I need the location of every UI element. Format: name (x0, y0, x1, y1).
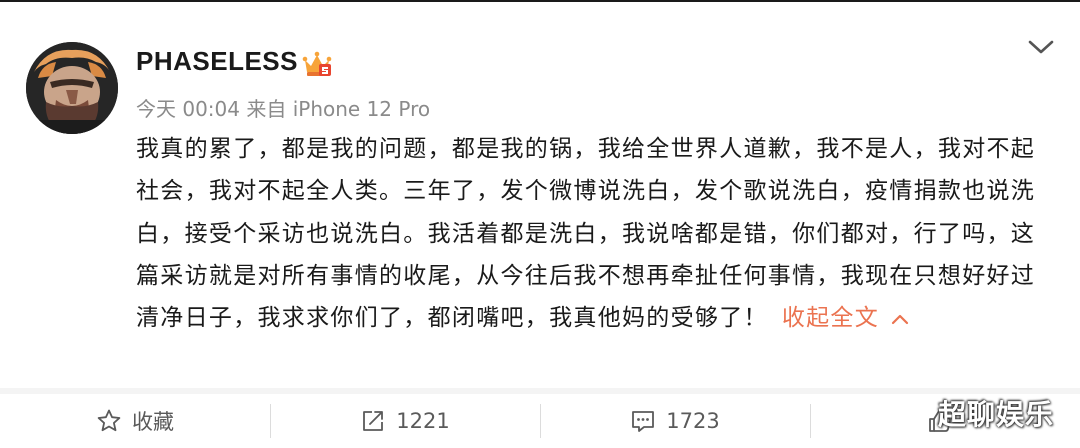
chevron-down-icon[interactable] (1026, 36, 1056, 58)
star-icon (96, 408, 122, 434)
comment-button[interactable]: 1723 (540, 394, 810, 448)
favorite-button[interactable]: 收藏 (0, 394, 270, 448)
post-text: 我真的累了，都是我的问题，都是我的锅，我给全世界人道歉，我不是人，我对不起社会，… (136, 136, 1036, 332)
repost-button[interactable]: 1221 (270, 394, 540, 448)
action-bar: 收藏 1221 1723 (0, 394, 1080, 448)
chevron-up-icon[interactable] (891, 313, 909, 325)
comment-count: 1723 (666, 409, 720, 433)
username[interactable]: PHASELESS (136, 46, 298, 77)
collapse-text-link[interactable]: 收起全文 (782, 305, 879, 331)
thumbs-up-icon (927, 408, 953, 434)
avatar[interactable] (26, 42, 118, 134)
comment-icon (630, 408, 656, 434)
post-content: 我真的累了，都是我的问题，都是我的锅，我给全世界人道歉，我不是人，我对不起社会，… (136, 128, 1046, 339)
post-meta: 今天 00:04 来自 iPhone 12 Pro (136, 97, 431, 121)
repost-icon (360, 408, 386, 434)
vip-crown-icon (302, 51, 332, 76)
favorite-label: 收藏 (132, 410, 174, 434)
weibo-post-card: PHASELESS 今天 00:04 来自 iPhone 12 Pro 我真的累… (0, 2, 1080, 388)
repost-count: 1221 (396, 409, 450, 433)
like-button[interactable] (810, 394, 1080, 448)
